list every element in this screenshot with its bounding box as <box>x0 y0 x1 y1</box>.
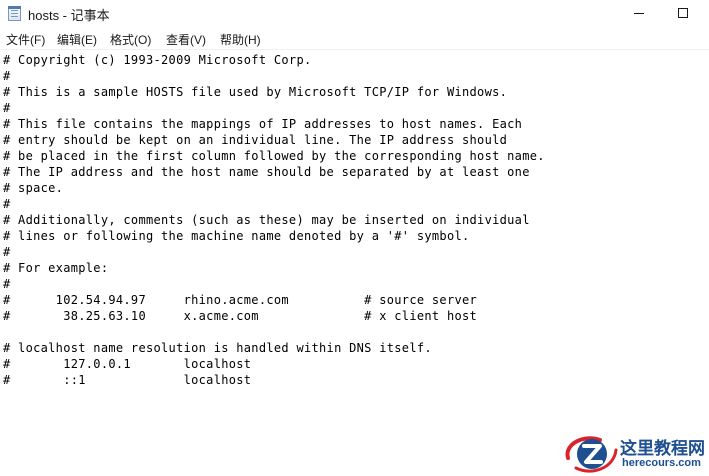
minimize-button[interactable] <box>616 0 662 28</box>
editor-line: # Copyright (c) 1993-2009 Microsoft Corp… <box>3 53 312 67</box>
menu-file[interactable]: 文件(F) <box>6 31 45 48</box>
editor-line: # <box>3 69 11 83</box>
watermark-url: herecours.com <box>622 457 701 469</box>
editor-line: # This is a sample HOSTS file used by Mi… <box>3 85 508 99</box>
title-bar[interactable]: hosts - 记事本 <box>0 0 709 28</box>
editor-line: # lines or following the machine name de… <box>3 229 470 243</box>
editor-line: # <box>3 245 11 259</box>
editor-line: # <box>3 197 11 211</box>
menu-format[interactable]: 格式(O) <box>110 31 151 48</box>
editor-line: # localhost name resolution is handled w… <box>3 341 432 355</box>
text-editor[interactable]: # Copyright (c) 1993-2009 Microsoft Corp… <box>0 50 709 476</box>
editor-line: # 102.54.94.97 rhino.acme.com # source s… <box>3 293 478 307</box>
menu-edit[interactable]: 编辑(E) <box>57 31 97 48</box>
editor-line: # Additionally, comments (such as these)… <box>3 213 530 227</box>
menu-bar: 文件(F) 编辑(E) 格式(O) 查看(V) 帮助(H) <box>0 28 709 50</box>
editor-line: # be placed in the first column followed… <box>3 149 545 163</box>
minimize-icon <box>634 13 644 14</box>
menu-view[interactable]: 查看(V) <box>166 31 206 48</box>
editor-line: # entry should be kept on an individual … <box>3 133 508 147</box>
maximize-icon <box>678 8 688 18</box>
watermark-logo-icon <box>565 436 618 473</box>
notepad-window: hosts - 记事本 文件(F) 编辑(E) 格式(O) 查看(V) 帮助(H… <box>0 0 709 476</box>
menu-help[interactable]: 帮助(H) <box>220 31 261 48</box>
editor-line: # <box>3 101 11 115</box>
notepad-icon <box>8 6 21 21</box>
editor-text-content[interactable]: # Copyright (c) 1993-2009 Microsoft Corp… <box>3 52 545 388</box>
editor-line: # 127.0.0.1 localhost <box>3 357 252 371</box>
watermark-title: 这里教程网 <box>620 439 705 459</box>
editor-line: # <box>3 277 11 291</box>
editor-line: # For example: <box>3 261 109 275</box>
maximize-button[interactable] <box>659 0 705 28</box>
editor-line: # This file contains the mappings of IP … <box>3 117 523 131</box>
editor-line: # space. <box>3 181 64 195</box>
editor-line: # 38.25.63.10 x.acme.com # x client host <box>3 309 478 323</box>
editor-line: # ::1 localhost <box>3 373 252 387</box>
editor-line: # The IP address and the host name shoul… <box>3 165 530 179</box>
site-watermark: 这里教程网 herecours.com <box>562 432 709 476</box>
window-title: hosts - 记事本 <box>28 8 110 23</box>
